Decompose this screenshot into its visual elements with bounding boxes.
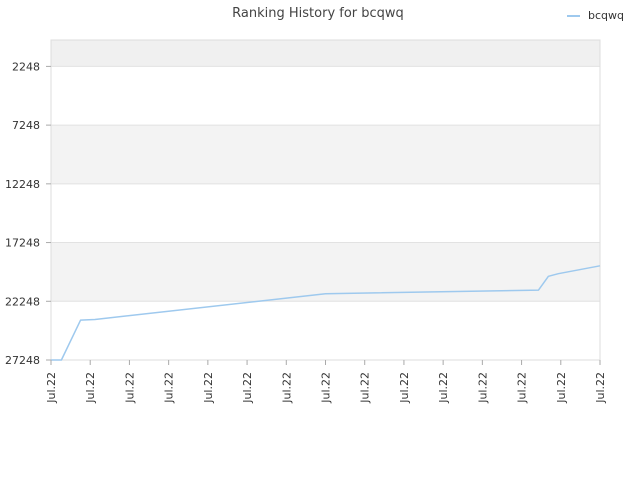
- x-tick-label: Jul.22: [202, 372, 215, 404]
- plot-band: [51, 125, 600, 184]
- legend-label-bcqwq: bcqwq: [588, 9, 624, 22]
- x-tick-label: Jul.22: [123, 372, 136, 404]
- x-tick-label: Jul.22: [359, 372, 372, 404]
- plot-band: [51, 183, 600, 243]
- x-tick-label: Jul.22: [320, 372, 333, 404]
- x-tick-label: Jul.22: [398, 372, 411, 404]
- x-axis-ticks: Jul.22 Jul.22 Jul.22 Jul.22 Jul.22 Jul.22 Jul.…: [45, 360, 607, 404]
- plot-band: [51, 301, 600, 360]
- x-tick-label: Jul.22: [594, 372, 607, 404]
- x-tick-label: Jul.22: [437, 372, 450, 404]
- x-tick-label: Jul.22: [163, 372, 176, 404]
- legend[interactable]: bcqwq: [567, 9, 624, 22]
- x-tick-label: Jul.22: [555, 372, 568, 404]
- x-tick-label: Jul.22: [280, 372, 293, 404]
- plot-background-bands: [51, 40, 600, 360]
- x-tick-label: Jul.22: [476, 372, 489, 404]
- ranking-chart: 2248724812248172482224827248 Jul.22 Jul.2…: [5, 6, 624, 404]
- x-tick-label: Jul.22: [516, 372, 529, 404]
- plot-band: [51, 242, 600, 302]
- y-tick-label: 22248: [5, 295, 40, 308]
- y-tick-label: 27248: [5, 354, 40, 367]
- chart-title: Ranking History for bcqwq: [232, 6, 404, 21]
- plot-band: [51, 66, 600, 126]
- y-tick-label: 2248: [12, 60, 40, 73]
- x-tick-label: Jul.22: [45, 372, 58, 404]
- x-tick-label: Jul.22: [241, 372, 254, 404]
- plot-band: [51, 40, 600, 67]
- y-tick-label: 12248: [5, 178, 40, 191]
- y-tick-label: 7248: [12, 119, 40, 132]
- y-axis-ticks: 2248 7248 12248 17248 22248 27248: [5, 60, 51, 367]
- y-tick-label: 17248: [5, 237, 40, 250]
- x-tick-label: Jul.22: [84, 372, 97, 404]
